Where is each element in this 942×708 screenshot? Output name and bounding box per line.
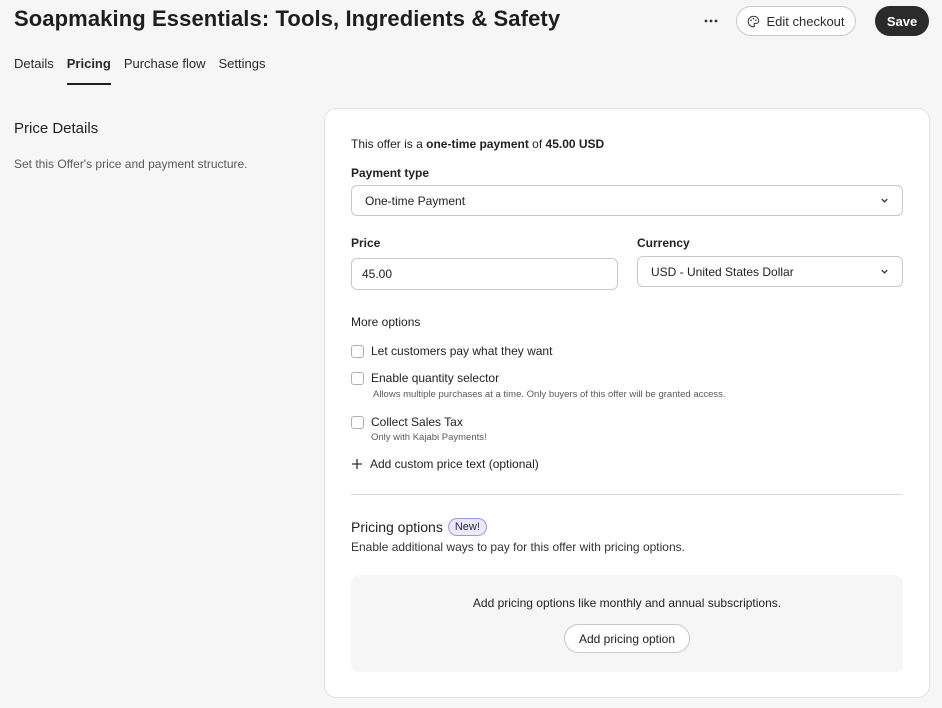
payment-type-value: One-time Payment <box>365 193 466 208</box>
chevron-down-icon <box>881 198 888 203</box>
empty-state-text: Add pricing options like monthly and ann… <box>472 596 782 610</box>
palette-icon <box>748 15 760 27</box>
edit-checkout-button[interactable]: Edit checkout <box>736 6 856 36</box>
quantity-selector-hint: Allows multiple purchases at a time. Onl… <box>373 389 726 400</box>
more-options-title: More options <box>351 315 421 329</box>
tab-details[interactable]: Details <box>14 56 54 81</box>
payment-type-select[interactable]: One-time Payment <box>351 185 903 216</box>
currency-label: Currency <box>637 236 690 250</box>
save-button[interactable]: Save <box>875 6 929 36</box>
summary-amount: 45.00 USD <box>545 137 605 151</box>
quantity-selector-option[interactable]: Enable quantity selector <box>351 371 499 385</box>
plus-icon <box>352 459 362 469</box>
tab-pricing[interactable]: Pricing <box>66 56 111 85</box>
tab-bar: Details Pricing Purchase flow Settings <box>14 56 265 85</box>
currency-value: USD - United States Dollar <box>651 264 794 279</box>
pricing-options-title: Pricing options <box>351 519 443 535</box>
summary-middle: of <box>528 137 546 151</box>
sales-tax-checkbox[interactable] <box>351 416 364 429</box>
sales-tax-hint: Only with Kajabi Payments! <box>371 432 487 443</box>
pay-what-they-want-option[interactable]: Let customers pay what they want <box>351 344 552 358</box>
divider <box>351 494 903 495</box>
summary-payment-kind: one-time payment <box>426 137 529 151</box>
add-custom-price-text-button[interactable]: Add custom price text (optional) <box>351 457 539 471</box>
edit-checkout-label: Edit checkout <box>766 13 845 29</box>
sales-tax-option[interactable]: Collect Sales Tax <box>351 415 463 429</box>
pay-what-they-want-checkbox[interactable] <box>351 345 364 358</box>
new-badge: New! <box>447 518 487 536</box>
quantity-selector-label: Enable quantity selector <box>371 371 500 385</box>
quantity-selector-checkbox[interactable] <box>351 372 364 385</box>
currency-select[interactable]: USD - United States Dollar <box>637 256 903 287</box>
pricing-options-empty-state: Add pricing options like monthly and ann… <box>351 575 903 672</box>
payment-type-label: Payment type <box>351 166 430 180</box>
tab-settings[interactable]: Settings <box>218 56 265 81</box>
chevron-down-icon <box>881 269 888 274</box>
sales-tax-label: Collect Sales Tax <box>371 415 463 429</box>
add-custom-price-text-label: Add custom price text (optional) <box>370 457 539 471</box>
section-description: Set this Offer's price and payment struc… <box>14 157 248 171</box>
price-label: Price <box>351 236 381 250</box>
more-options-button[interactable] <box>700 10 722 32</box>
pricing-options-description: Enable additional ways to pay for this o… <box>351 540 685 554</box>
section-title: Price Details <box>14 120 99 137</box>
price-input[interactable]: 45.00 <box>351 258 618 290</box>
pricing-options-heading: Pricing options New! <box>351 518 487 536</box>
summary-prefix: This offer is a <box>351 137 427 151</box>
pay-what-they-want-label: Let customers pay what they want <box>371 344 553 358</box>
tab-purchase-flow[interactable]: Purchase flow <box>124 56 206 81</box>
offer-summary: This offer is a one-time payment of 45.0… <box>351 137 604 151</box>
more-horizontal-icon <box>704 19 718 23</box>
add-pricing-option-button[interactable]: Add pricing option <box>564 624 690 653</box>
price-details-card: This offer is a one-time payment of 45.0… <box>324 108 930 698</box>
page-title: Soapmaking Essentials: Tools, Ingredient… <box>14 6 561 31</box>
